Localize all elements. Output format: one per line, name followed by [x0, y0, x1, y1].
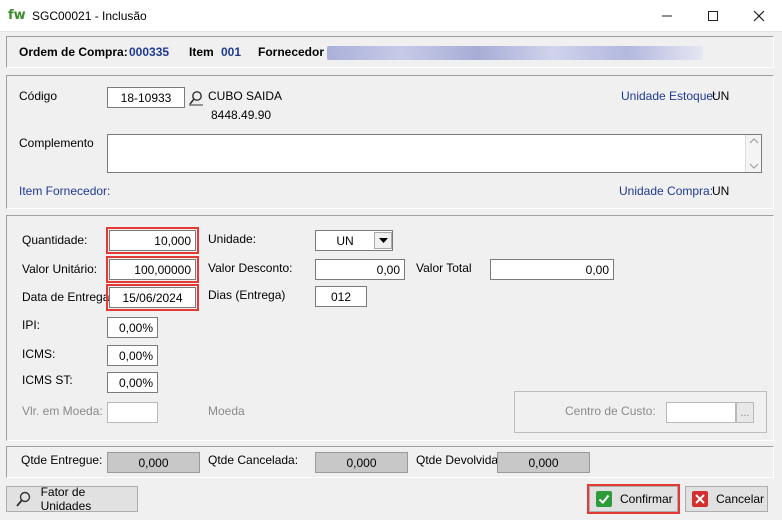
valor-unitario-label: Valor Unitário: — [22, 262, 98, 276]
dias-entrega-label: Dias (Entrega) — [208, 288, 286, 302]
ipi-input[interactable]: 0,00% — [107, 317, 158, 338]
valor-desconto-label: Valor Desconto: — [208, 261, 293, 275]
cancel-icon — [692, 491, 708, 507]
data-entrega-label: Data de Entrega — [22, 290, 110, 304]
data-entrega-input[interactable]: 15/06/2024 — [106, 284, 199, 311]
unidade-estoque-value: UN — [712, 89, 730, 103]
vlr-moeda-input[interactable] — [107, 402, 158, 423]
chevron-down-icon — [378, 237, 388, 243]
quantidade-label: Quantidade: — [22, 233, 88, 247]
title-bar: fw SGC00021 - Inclusão — [0, 0, 782, 32]
icms-st-label: ICMS ST: — [22, 373, 73, 387]
item-value: 001 — [221, 45, 242, 59]
fator-unidades-label: Fator de Unidades — [40, 485, 92, 513]
ipi-label: IPI: — [22, 318, 41, 332]
close-button[interactable] — [736, 0, 782, 32]
dropdown-button[interactable] — [374, 232, 392, 249]
centro-custo-lookup-button[interactable]: ... — [736, 402, 754, 423]
valor-unitario-input[interactable]: 100,00000 — [106, 256, 199, 283]
valor-total-input[interactable]: 0,00 — [490, 259, 614, 280]
close-icon — [753, 10, 765, 22]
unidade-compra-label: Unidade Compra: — [619, 184, 714, 198]
product-description: CUBO SAIDA — [208, 89, 283, 103]
qtde-cancelada-label: Qtde Cancelada: — [208, 453, 299, 467]
maximize-button[interactable] — [690, 0, 736, 32]
icms-input[interactable]: 0,00% — [107, 345, 158, 366]
confirmar-label: Confirmar — [620, 492, 673, 506]
valor-total-label: Valor Total — [416, 261, 472, 275]
minimize-icon — [662, 15, 672, 17]
centro-custo-input[interactable] — [666, 402, 736, 423]
unidade-select-value: UN — [336, 233, 354, 248]
search-icon — [16, 491, 31, 507]
codigo-search-button[interactable] — [187, 88, 205, 108]
valor-desconto-input[interactable]: 0,00 — [315, 259, 405, 280]
complemento-textarea[interactable] — [107, 134, 762, 173]
scroll-arrows-icon — [749, 138, 759, 169]
moeda-label: Moeda — [208, 404, 245, 418]
qtde-entregue-value: 0,000 — [107, 452, 200, 473]
unidade-compra-value: UN — [712, 184, 730, 198]
codigo-label: Código — [19, 89, 58, 103]
dias-entrega-input[interactable]: 012 — [315, 286, 367, 307]
app-logo: fw — [8, 8, 26, 23]
icms-label: ICMS: — [22, 347, 56, 361]
unidade-label: Unidade: — [208, 232, 257, 246]
ordem-compra-value: 000335 — [129, 45, 170, 59]
complemento-label: Complemento — [19, 136, 94, 150]
qtde-cancelada-value: 0,000 — [315, 452, 408, 473]
fator-unidades-button[interactable]: Fator de Unidades — [6, 485, 138, 513]
fornecedor-label: Fornecedor — [258, 45, 325, 59]
qtde-entregue-label: Qtde Entregue: — [21, 453, 103, 467]
item-fornecedor-label: Item Fornecedor: — [19, 184, 111, 198]
qtde-devolvida-label: Qtde Devolvida: — [416, 453, 502, 467]
quantidade-input[interactable]: 10,000 — [106, 227, 199, 254]
cancelar-button[interactable]: Cancelar — [685, 486, 768, 512]
window-title: SGC00021 - Inclusão — [32, 9, 147, 23]
vlr-moeda-label: Vlr. em Moeda: — [22, 404, 103, 418]
ordem-compra-label: Ordem de Compra: — [19, 45, 128, 59]
check-icon — [596, 491, 612, 507]
codigo-input[interactable]: 18-10933 — [107, 87, 185, 108]
maximize-icon — [708, 11, 718, 21]
unidade-estoque-label: Unidade Estoque: — [621, 89, 717, 103]
item-label: Item — [189, 45, 214, 59]
unidade-select[interactable]: UN — [315, 230, 393, 251]
cancelar-label: Cancelar — [716, 492, 765, 506]
complemento-scrollbar[interactable] — [745, 135, 761, 172]
confirmar-button[interactable]: Confirmar — [587, 484, 680, 514]
centro-custo-label: Centro de Custo: — [565, 404, 656, 418]
icms-st-input[interactable]: 0,00% — [107, 372, 158, 393]
product-ref: 8448.49.90 — [211, 108, 272, 122]
qtde-devolvida-value: 0,000 — [497, 452, 590, 473]
search-icon — [189, 91, 203, 106]
fornecedor-value-redacted — [327, 46, 703, 60]
minimize-button[interactable] — [644, 0, 690, 32]
